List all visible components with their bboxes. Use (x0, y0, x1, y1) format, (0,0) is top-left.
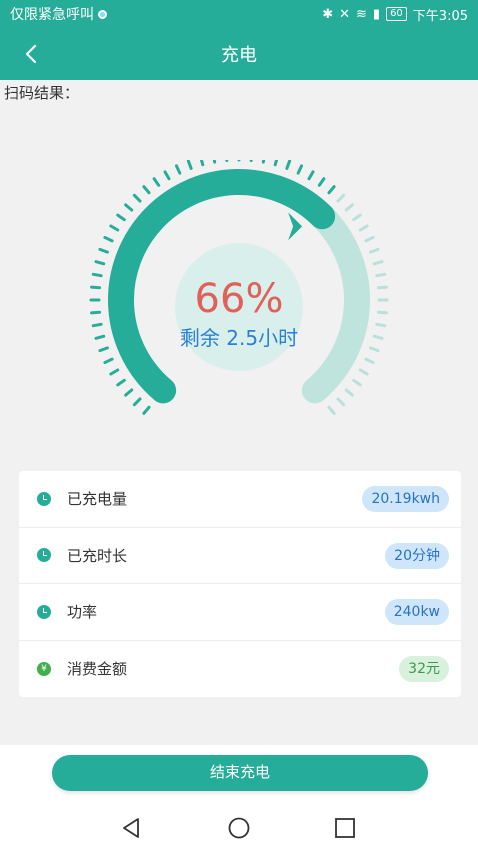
gauge-tick (103, 357, 114, 365)
stat-value-badge: 20.19kwh (362, 486, 449, 512)
battery-icon: 60 (386, 7, 407, 21)
gauge-tick (174, 164, 182, 175)
gauge-tick (296, 164, 304, 175)
system-nav-bar (0, 805, 478, 850)
stat-label: 已充电量 (67, 490, 128, 509)
gauge-tick (249, 160, 253, 163)
stat-row-energy: 已充电量 20.19kwh (19, 471, 461, 528)
status-bar: 仅限紧急呼叫 ✱ ✕ ≋ ▮ 60 下午3:05 (0, 0, 478, 28)
title-bar: 充电 (0, 28, 478, 80)
gauge-tick (344, 203, 354, 212)
clock-icon (37, 491, 51, 506)
page-title: 充电 (221, 45, 257, 66)
gauge-tick (358, 224, 369, 232)
gauge-tick (317, 177, 326, 187)
stat-value-badge: 32元 (399, 655, 449, 682)
remaining-time: 剩余 2.5小时 (179, 326, 299, 350)
gauge-tick (352, 213, 362, 222)
gauge-tick (358, 368, 369, 376)
stat-value-badge: 240kw (384, 599, 449, 625)
gauge-tick (94, 260, 106, 266)
gauge-tick (163, 170, 171, 181)
stat-value-badge: 20分钟 (385, 542, 449, 569)
gauge-tick (116, 213, 126, 222)
clock-icon (37, 548, 51, 563)
gauge-tick (132, 193, 142, 203)
stat-row-cost: ¥ 消费金额 32元 (19, 641, 461, 698)
gauge-tick (124, 388, 134, 397)
charge-stats-card: 已充电量 20.19kwh 已充时长 20分钟 功率 240kw ¥ 消费金额 … (19, 471, 461, 697)
gauge-tick (364, 357, 375, 365)
gauge-tick (98, 247, 109, 254)
scan-result-label: 扫码结果： (4, 84, 80, 102)
gauge-tick (285, 160, 292, 170)
gauge-tick (132, 397, 142, 407)
gauge-tick (109, 368, 120, 376)
wifi-icon: ≋ (356, 6, 367, 22)
signal-icon: ▮ (372, 6, 381, 22)
clock-time: 下午3:05 (412, 8, 468, 24)
gauge-tick (344, 388, 354, 397)
gauge-tick (109, 224, 120, 232)
gauge-tick (336, 193, 346, 203)
gauge-tick (369, 247, 380, 254)
gauge-tick (336, 397, 346, 407)
charge-percent: 66% (194, 276, 284, 322)
gauge-tick (124, 203, 134, 212)
gauge-tick (364, 235, 375, 243)
stat-label: 已充时长 (67, 546, 128, 565)
end-charging-button[interactable]: 结束充电 (52, 755, 428, 791)
notification-dot-icon (98, 9, 107, 19)
gauge-tick (116, 378, 126, 387)
gauge-tick (152, 177, 161, 187)
gauge-tick (212, 160, 217, 164)
nav-recents-icon[interactable] (332, 815, 358, 841)
stat-row-duration: 已充时长 20分钟 (19, 528, 461, 584)
gauge-tick (142, 405, 151, 415)
nav-home-icon[interactable] (226, 815, 252, 841)
yen-icon: ¥ (37, 661, 51, 676)
gauge-tick (372, 260, 384, 266)
gauge-tick (307, 170, 315, 181)
gauge-tick (199, 160, 205, 167)
gauge-tick (225, 160, 229, 163)
stat-label: 消费金额 (67, 660, 128, 679)
gauge-tick (261, 160, 266, 164)
bluetooth-icon: ✱ (322, 6, 334, 22)
gauge-pointer-icon (288, 212, 303, 241)
gauge-tick (273, 160, 279, 167)
stat-label: 功率 (67, 603, 98, 622)
gauge-tick (327, 185, 336, 195)
gauge-tick (142, 185, 151, 195)
carrier-text: 仅限紧急呼叫 (10, 7, 94, 23)
gauge-tick (186, 160, 193, 170)
gauge-tick (103, 235, 114, 243)
mute-icon: ✕ (339, 6, 350, 22)
back-arrow-icon[interactable] (18, 40, 46, 68)
clock-icon (37, 604, 51, 619)
gauge-tick (352, 378, 362, 387)
stat-row-power: 功率 240kw (19, 584, 461, 641)
nav-back-icon[interactable] (118, 815, 144, 841)
gauge-tick (327, 405, 336, 415)
